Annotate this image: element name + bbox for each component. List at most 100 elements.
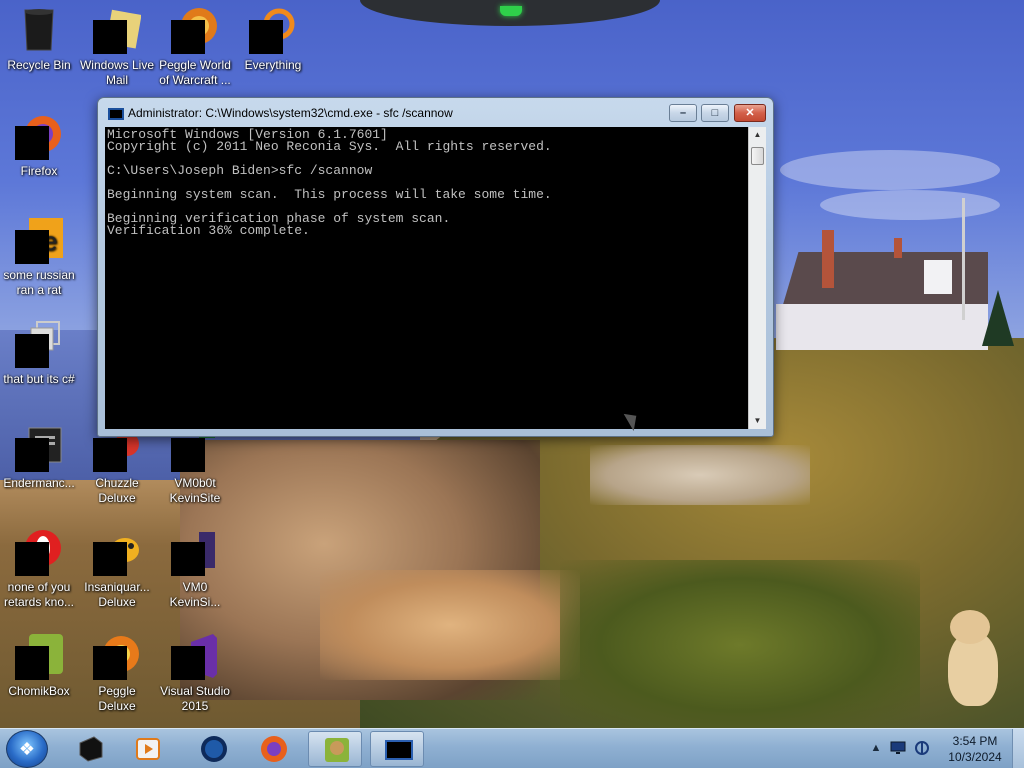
peggle-icon bbox=[93, 632, 141, 680]
console-output[interactable]: Microsoft Windows [Version 6.1.7601] Cop… bbox=[105, 127, 748, 429]
redaction-box bbox=[171, 20, 205, 54]
taskbar-item-firefox[interactable] bbox=[246, 731, 300, 767]
desktop-icon-label: ChomikBox bbox=[8, 684, 70, 698]
firefox-icon bbox=[15, 112, 63, 160]
folder-stack-icon bbox=[15, 320, 63, 368]
clock-time: 3:54 PM bbox=[952, 734, 998, 748]
console-line: Beginning system scan. This process will… bbox=[107, 187, 552, 202]
start-button[interactable]: ❖ bbox=[6, 730, 48, 768]
scrollbar-thumb[interactable] bbox=[751, 147, 764, 165]
close-button[interactable]: ✕ bbox=[734, 104, 766, 122]
monitor-icon[interactable] bbox=[890, 741, 906, 755]
console-line: C:\Users\Joseph Biden>sfc /scannow bbox=[107, 163, 373, 178]
desktop-icon-label: Peggle World of Warcraft ... bbox=[159, 58, 231, 87]
redaction-box bbox=[93, 542, 127, 576]
desktop-icon-chomikbox[interactable]: ChomikBox bbox=[0, 632, 78, 699]
show-hidden-icons-icon[interactable]: ▲ bbox=[868, 741, 884, 755]
redaction-box bbox=[15, 542, 49, 576]
cmd-icon bbox=[385, 736, 413, 764]
desktop-icon-label: Recycle Bin bbox=[7, 58, 71, 72]
wallpaper-rocks bbox=[320, 570, 580, 680]
vm-icon bbox=[171, 528, 219, 576]
maximize-button[interactable]: □ bbox=[701, 104, 729, 122]
opera-icon bbox=[15, 528, 63, 576]
windows-logo-icon: ❖ bbox=[18, 739, 36, 759]
taskbar-item-cmd[interactable] bbox=[370, 731, 424, 767]
desktop-icon-label: Insaniquar... Deluxe bbox=[84, 580, 150, 609]
close-icon: ✕ bbox=[745, 107, 755, 119]
taskbar-item-black-cube[interactable] bbox=[62, 731, 116, 767]
desktop-icon-recycle-bin[interactable]: Recycle Bin bbox=[0, 6, 78, 73]
cmd-icon bbox=[108, 108, 124, 120]
show-desktop-button[interactable] bbox=[1012, 729, 1024, 768]
desktop-icon-label: none of you retards kno... bbox=[3, 580, 75, 609]
wallpaper-house bbox=[776, 230, 988, 350]
desktop-icon-visual-studio[interactable]: Visual Studio 2015 bbox=[156, 632, 234, 714]
redaction-box bbox=[171, 646, 205, 680]
maximize-icon: □ bbox=[711, 107, 719, 119]
minimize-button[interactable]: – bbox=[669, 104, 697, 122]
chomikbox-icon bbox=[323, 736, 351, 764]
window-titlebar[interactable]: Administrator: C:\Windows\system32\cmd.e… bbox=[98, 98, 773, 128]
redaction-box bbox=[15, 334, 49, 368]
desktop-icon-label: Everything bbox=[244, 58, 302, 72]
desktop-icon-label: Endermanc... bbox=[3, 476, 75, 490]
desktop-icon-peggle-deluxe[interactable]: Peggle Deluxe bbox=[78, 632, 156, 714]
desktop-icon-label: Firefox bbox=[20, 164, 58, 178]
desktop-icon-insaniquarium[interactable]: Insaniquar... Deluxe bbox=[78, 528, 156, 610]
redaction-box bbox=[171, 542, 205, 576]
black-cube-app-icon bbox=[76, 735, 104, 763]
desktop-icon-vm0-kevinsite[interactable]: VM0 KevinSi... bbox=[156, 528, 234, 610]
taskbar-item-media-player[interactable] bbox=[120, 731, 174, 767]
desktop-icon-some-russian[interactable]: e some russian ran a rat bbox=[0, 216, 78, 298]
status-led-icon bbox=[500, 6, 522, 16]
cmd-window[interactable]: Administrator: C:\Windows\system32\cmd.e… bbox=[97, 97, 774, 437]
desktop-icon-label: VM0b0t KevinSite bbox=[169, 476, 221, 505]
network-icon[interactable] bbox=[914, 741, 930, 755]
scroll-down-arrow-icon[interactable]: ▼ bbox=[749, 413, 766, 429]
system-tray: ▲ 3:54 PM 10/3/2024 bbox=[860, 729, 1024, 768]
firefox-icon bbox=[260, 735, 288, 763]
redaction-box bbox=[15, 230, 49, 264]
enderman-app-icon bbox=[15, 424, 63, 472]
redaction-box bbox=[93, 438, 127, 472]
redaction-box bbox=[171, 438, 205, 472]
desktop-icon-everything[interactable]: Everything bbox=[234, 6, 312, 73]
desktop-icon-none-of-you[interactable]: none of you retards kno... bbox=[0, 528, 78, 610]
minimize-icon: – bbox=[679, 107, 687, 119]
taskbar-item-chomikbox[interactable] bbox=[308, 731, 362, 767]
wallpaper-shrubs bbox=[560, 560, 920, 728]
desktop-icon-windows-live-mail[interactable]: Windows Live Mail bbox=[78, 6, 156, 88]
desktop-icon-label: Windows Live Mail bbox=[79, 58, 155, 87]
console-line: Copyright (c) 2011 Neo Reconia Sys. All … bbox=[107, 139, 552, 154]
chomikbox-icon bbox=[15, 632, 63, 680]
desktop-icon-endermanc[interactable]: Endermanc... bbox=[0, 424, 78, 491]
taskbar: ❖ ▲ 3:54 PM 10/3/2024 bbox=[0, 728, 1024, 768]
file-icon: e bbox=[15, 216, 63, 264]
globe-app-icon bbox=[200, 735, 228, 763]
desktop-icon-peggle-wow[interactable]: Peggle World of Warcraft ... bbox=[156, 6, 234, 88]
redaction-box bbox=[15, 126, 49, 160]
vertical-scrollbar[interactable]: ▲ ▼ bbox=[748, 127, 766, 429]
window-title: Administrator: C:\Windows\system32\cmd.e… bbox=[128, 106, 453, 120]
hamster-gadget-icon[interactable] bbox=[942, 610, 1004, 706]
redaction-box bbox=[15, 438, 49, 472]
console-line: Verification 36% complete. bbox=[107, 223, 310, 238]
desktop-icon-label: Visual Studio 2015 bbox=[160, 684, 230, 713]
insaniquarium-icon bbox=[93, 528, 141, 576]
taskbar-item-globe-app[interactable] bbox=[186, 731, 240, 767]
everything-search-icon bbox=[249, 6, 297, 54]
clock-date: 10/3/2024 bbox=[948, 750, 1002, 764]
desktop-icon-that-but-its-csharp[interactable]: that but its c# bbox=[0, 320, 78, 387]
media-player-icon bbox=[134, 735, 162, 763]
recycle-bin-icon bbox=[15, 6, 63, 54]
desktop-icon-label: Chuzzle Deluxe bbox=[95, 476, 139, 505]
peggle-wow-icon bbox=[171, 6, 219, 54]
desktop-icon-label: VM0 KevinSi... bbox=[169, 580, 221, 609]
redaction-box bbox=[93, 646, 127, 680]
scroll-up-arrow-icon[interactable]: ▲ bbox=[749, 127, 766, 143]
desktop-icon-firefox[interactable]: Firefox bbox=[0, 112, 78, 179]
clock[interactable]: 3:54 PM 10/3/2024 bbox=[940, 733, 1010, 765]
wallpaper-flagpole bbox=[962, 198, 965, 320]
desktop-icon-label: that but its c# bbox=[3, 372, 75, 386]
